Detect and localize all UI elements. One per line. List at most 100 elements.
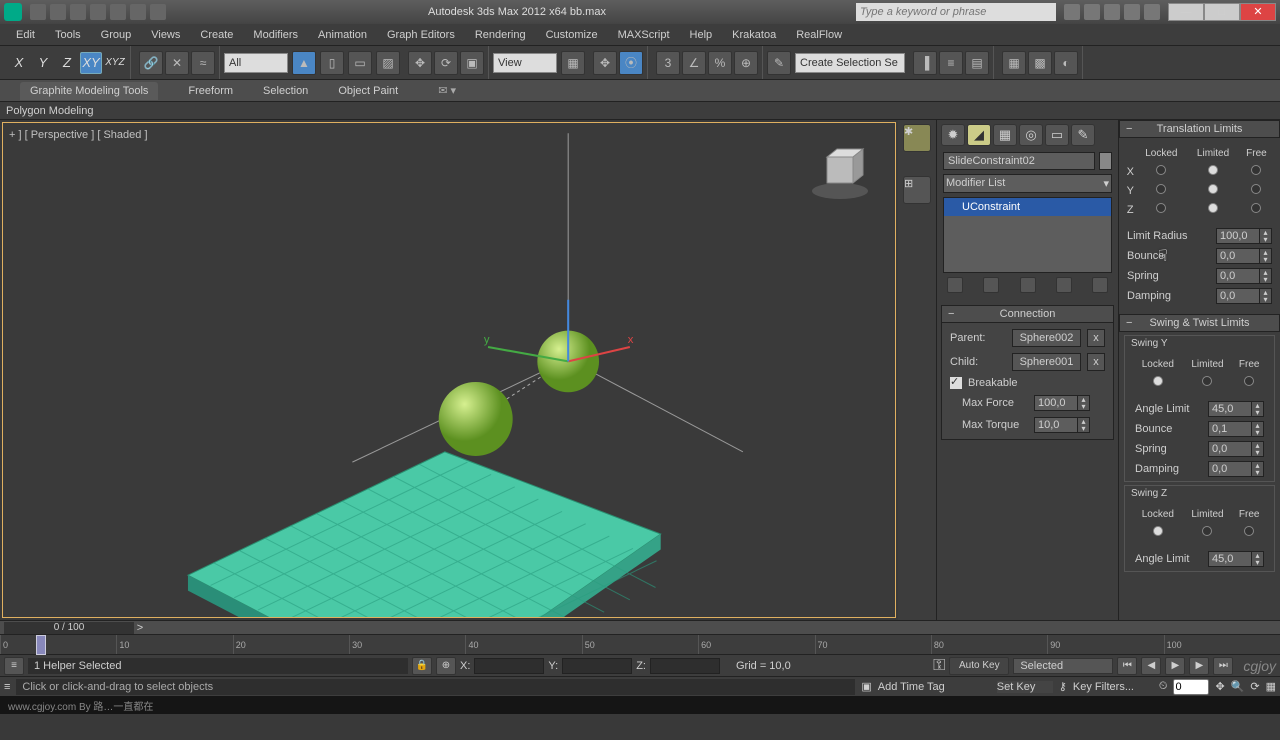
child-pick-button[interactable]: Sphere001 bbox=[1012, 353, 1081, 371]
manip-icon[interactable]: ✥ bbox=[593, 51, 617, 75]
angle-z-input[interactable] bbox=[1208, 551, 1252, 567]
menu-maxscript[interactable]: MAXScript bbox=[618, 29, 670, 41]
time-config-icon[interactable]: ⏲ bbox=[1159, 680, 1168, 693]
selection-filter-dropdown[interactable]: All bbox=[224, 53, 288, 73]
spinner-arrows-icon[interactable]: ▴▾ bbox=[1252, 551, 1264, 567]
lock-icon[interactable]: 🔒 bbox=[412, 657, 432, 675]
menu-realflow[interactable]: RealFlow bbox=[796, 29, 842, 41]
time-slider-arrow-icon[interactable]: > bbox=[134, 622, 146, 634]
z-free-radio[interactable] bbox=[1251, 203, 1261, 213]
angle-y-input[interactable] bbox=[1208, 401, 1252, 417]
rollout-toggle-icon[interactable]: − bbox=[1126, 123, 1132, 135]
ribbon-tab-objectpaint[interactable]: Object Paint bbox=[338, 85, 398, 97]
menu-views[interactable]: Views bbox=[151, 29, 180, 41]
ribbon-tab-graphite[interactable]: Graphite Modeling Tools bbox=[20, 82, 158, 100]
spacewarp-icon[interactable]: ≈ bbox=[191, 51, 215, 75]
qat-icon[interactable] bbox=[30, 4, 46, 20]
infocenter-icon[interactable] bbox=[1104, 4, 1120, 20]
edit-named-sel-icon[interactable]: ✎ bbox=[767, 51, 791, 75]
axis-x-button[interactable]: X bbox=[8, 52, 30, 74]
axis-z-button[interactable]: Z bbox=[56, 52, 78, 74]
named-selection-dropdown[interactable]: Create Selection Se bbox=[795, 53, 905, 73]
cmd-tab-hier-icon[interactable]: ▦ bbox=[993, 124, 1017, 146]
snap-spinner-icon[interactable]: ⊕ bbox=[734, 51, 758, 75]
nav-pan-icon[interactable]: ✥ bbox=[1215, 680, 1224, 693]
cmd-tab-modify-icon[interactable]: ◢ bbox=[967, 124, 991, 146]
next-frame-icon[interactable]: ▶ bbox=[1189, 657, 1209, 675]
nav-zoom-icon[interactable]: 🔍 bbox=[1231, 680, 1245, 693]
x-limited-radio[interactable] bbox=[1208, 165, 1218, 175]
goto-start-icon[interactable]: ⏮ bbox=[1117, 657, 1137, 675]
menu-modifiers[interactable]: Modifiers bbox=[253, 29, 298, 41]
menu-create[interactable]: Create bbox=[200, 29, 233, 41]
stack-unique-icon[interactable] bbox=[1020, 277, 1036, 293]
swingz-free-radio[interactable] bbox=[1244, 526, 1254, 536]
swingy-limited-radio[interactable] bbox=[1202, 376, 1212, 386]
spinner-arrows-icon[interactable]: ▴▾ bbox=[1260, 248, 1272, 264]
infocenter-icon[interactable] bbox=[1064, 4, 1080, 20]
qat-icon[interactable] bbox=[70, 4, 86, 20]
cmd-tab-util-icon[interactable]: ✎ bbox=[1071, 124, 1095, 146]
child-clear-button[interactable]: x bbox=[1087, 353, 1105, 371]
spinner-arrows-icon[interactable]: ▴▾ bbox=[1252, 401, 1264, 417]
snap-percent-icon[interactable]: % bbox=[708, 51, 732, 75]
y-input[interactable] bbox=[562, 658, 632, 674]
cmd-tab-motion-icon[interactable]: ◎ bbox=[1019, 124, 1043, 146]
timetag-icon[interactable]: ▣ bbox=[861, 680, 871, 693]
parent-pick-button[interactable]: Sphere002 bbox=[1012, 329, 1081, 347]
axis-y-button[interactable]: Y bbox=[32, 52, 54, 74]
menu-krakatoa[interactable]: Krakatoa bbox=[732, 29, 776, 41]
maximize-button[interactable]: □ bbox=[1204, 3, 1240, 21]
menu-tools[interactable]: Tools bbox=[55, 29, 81, 41]
menu-group[interactable]: Group bbox=[101, 29, 132, 41]
z-input[interactable] bbox=[650, 658, 720, 674]
key-icon[interactable]: ⚷ bbox=[1059, 680, 1067, 693]
viewport-perspective[interactable]: + ] [ Perspective ] [ Shaded ] bbox=[2, 122, 896, 618]
y-locked-radio[interactable] bbox=[1156, 184, 1166, 194]
nav-max-icon[interactable]: ▦ bbox=[1266, 680, 1276, 693]
breakable-checkbox[interactable] bbox=[950, 377, 962, 389]
snap-3-icon[interactable]: 3 bbox=[656, 51, 680, 75]
align-icon[interactable]: ≡ bbox=[939, 51, 963, 75]
time-head-icon[interactable] bbox=[36, 635, 46, 655]
object-name-input[interactable] bbox=[943, 152, 1095, 170]
rotate-icon[interactable]: ⟳ bbox=[434, 51, 458, 75]
nav-orbit-icon[interactable]: ⟳ bbox=[1250, 680, 1259, 693]
layers-icon[interactable]: ▤ bbox=[965, 51, 989, 75]
ribbon-envelope-icon[interactable]: ✉ ▾ bbox=[438, 84, 456, 97]
minimize-button[interactable]: — bbox=[1168, 3, 1204, 21]
select-rect-icon[interactable]: ▭ bbox=[348, 51, 372, 75]
object-color-swatch[interactable] bbox=[1099, 152, 1112, 170]
infocenter-icon[interactable] bbox=[1124, 4, 1140, 20]
frame-input[interactable] bbox=[1173, 679, 1209, 695]
swingy-free-radio[interactable] bbox=[1244, 376, 1254, 386]
select-name-button[interactable]: ▯ bbox=[320, 51, 344, 75]
spinner-arrows-icon[interactable]: ▴▾ bbox=[1252, 441, 1264, 457]
axis-xyz-button[interactable]: XYZ bbox=[104, 52, 126, 74]
stack-config-icon[interactable] bbox=[1092, 277, 1108, 293]
x-locked-radio[interactable] bbox=[1156, 165, 1166, 175]
prev-frame-icon[interactable]: ◀ bbox=[1141, 657, 1161, 675]
parent-clear-button[interactable]: x bbox=[1087, 329, 1105, 347]
spinner-arrows-icon[interactable]: ▴▾ bbox=[1252, 421, 1264, 437]
listener-toggle-icon[interactable]: ≡ bbox=[4, 681, 10, 693]
search-input[interactable] bbox=[856, 3, 1056, 21]
material-editor-icon[interactable]: ◐ bbox=[1054, 51, 1078, 75]
bounce-y-input[interactable] bbox=[1208, 421, 1252, 437]
spring-y-input[interactable] bbox=[1208, 441, 1252, 457]
spring-input[interactable] bbox=[1216, 268, 1260, 284]
curve-editor-icon[interactable]: ▦ bbox=[1002, 51, 1026, 75]
menu-edit[interactable]: Edit bbox=[16, 29, 35, 41]
transform-center-icon[interactable]: ▦ bbox=[561, 51, 585, 75]
stack-remove-icon[interactable] bbox=[1056, 277, 1072, 293]
timeline-ruler[interactable]: 0 10 20 30 40 50 60 70 80 90 100 bbox=[0, 634, 1280, 654]
keyfilters-dropdown[interactable]: Key Filters... bbox=[1073, 681, 1153, 693]
stack-show-icon[interactable] bbox=[983, 277, 999, 293]
select-object-button[interactable]: ▲ bbox=[292, 51, 316, 75]
qat-icon[interactable] bbox=[130, 4, 146, 20]
unlink-icon[interactable]: ✕ bbox=[165, 51, 189, 75]
modifier-stack-item[interactable]: UConstraint bbox=[944, 198, 1111, 216]
scale-icon[interactable]: ▣ bbox=[460, 51, 484, 75]
select-window-icon[interactable]: ▨ bbox=[376, 51, 400, 75]
setkey-button[interactable]: Set Key bbox=[997, 681, 1053, 693]
